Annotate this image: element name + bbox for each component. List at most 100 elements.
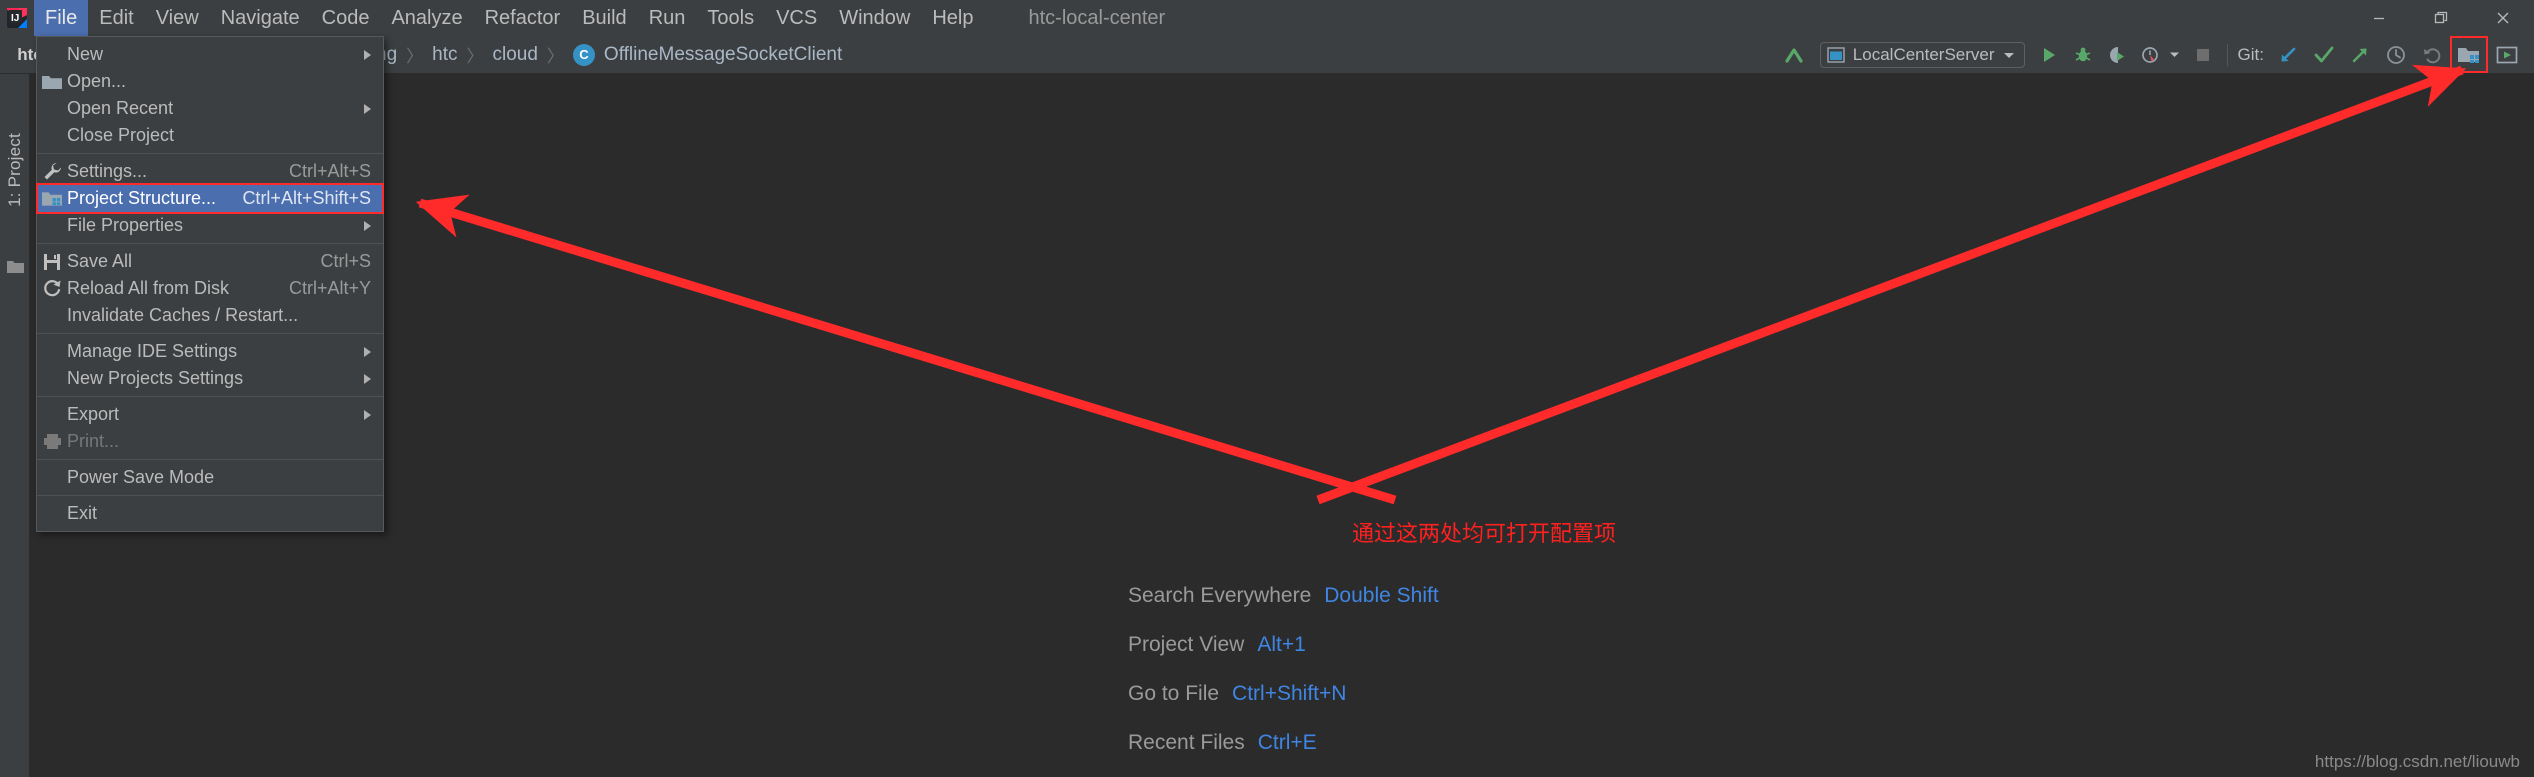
debug-button[interactable] (2066, 36, 2100, 73)
menu-tools[interactable]: Tools (696, 0, 765, 36)
submenu-arrow-icon (364, 346, 371, 357)
submenu-arrow-icon (364, 103, 371, 114)
shortcut-hint-key: Ctrl+Shift+N (1232, 681, 1347, 705)
menu-item-invalidate-caches-restart[interactable]: Invalidate Caches / Restart... (37, 302, 383, 329)
file-menu-popup[interactable]: New Open... Open Recent Close Project Settin… (36, 36, 384, 532)
menu-item-exit[interactable]: Exit (37, 500, 383, 527)
update-project-button[interactable] (1775, 36, 1813, 73)
menu-edit[interactable]: Edit (88, 0, 144, 36)
sidebar-item-project[interactable]: 1: Project (0, 80, 30, 260)
close-button[interactable] (2472, 0, 2534, 36)
run-button[interactable] (2032, 36, 2066, 73)
git-history-button[interactable] (2378, 36, 2414, 73)
annotation-note: 通过这两处均可打开配置项 (1352, 521, 1617, 546)
git-push-button[interactable] (2342, 36, 2378, 73)
menu-item-label: Project Structure... (67, 188, 217, 208)
menu-item-label: Export (67, 404, 120, 424)
breadcrumb-separator: 〉 (406, 47, 424, 66)
run-anything-button[interactable] (2488, 36, 2526, 73)
shortcut-hints-list: Search Everywhere Double Shift Project Vie… (1128, 571, 1439, 777)
profile-button[interactable] (2134, 36, 2187, 73)
toolbar-divider (2226, 43, 2228, 66)
menu-build[interactable]: Build (571, 0, 637, 36)
submenu-arrow-icon (364, 220, 371, 231)
watermark: https://blog.csdn.net/liouwb (2314, 752, 2520, 771)
wrench-icon (42, 162, 62, 182)
title-bar: IJ File Edit View Navigate Code Analyze Refact… (0, 0, 2534, 36)
editor-empty-area: Search Everywhere Double Shift Project Vie… (30, 74, 2534, 777)
breadcrumb-item[interactable]: OfflineMessageSocketClient (604, 44, 842, 66)
project-structure-toolbar-button[interactable] (2450, 36, 2488, 73)
shortcut-hint-row: Project View Alt+1 (1128, 620, 1439, 669)
git-commit-button[interactable] (2306, 36, 2342, 73)
shortcut-hint-row: Go to File Ctrl+Shift+N (1128, 669, 1439, 718)
shortcut-hint-key: Double Shift (1324, 583, 1439, 607)
menu-item-close-project[interactable]: Close Project (37, 122, 383, 149)
submenu-arrow-icon (364, 373, 371, 384)
class-icon: C (572, 43, 595, 66)
menu-item-settings[interactable]: Settings... Ctrl+Alt+S (37, 158, 383, 185)
menu-item-label: Open Recent (67, 98, 174, 118)
menu-item-file-properties[interactable]: File Properties (37, 212, 383, 239)
menu-item-open-recent[interactable]: Open Recent (37, 95, 383, 122)
menu-analyze[interactable]: Analyze (380, 0, 473, 36)
git-rollback-button[interactable] (2414, 36, 2450, 73)
menu-item-new[interactable]: New (37, 41, 383, 68)
shortcut-hint-label: Project View (1128, 632, 1245, 656)
breadcrumb[interactable]: ng 〉 htc 〉 cloud 〉 C OfflineMessageSocketClient (376, 36, 842, 73)
intellij-logo-icon: IJ (0, 0, 34, 36)
menu-item-shortcut: Ctrl+S (320, 251, 371, 271)
menu-run[interactable]: Run (638, 0, 697, 36)
minimize-button[interactable] (2348, 0, 2410, 36)
menu-code[interactable]: Code (311, 0, 381, 36)
menu-item-shortcut: Ctrl+Alt+Shift+S (242, 188, 371, 208)
left-tool-strip: 1: Project (0, 74, 30, 777)
menu-item-new-projects-settings[interactable]: New Projects Settings (37, 365, 383, 392)
menu-item-label: Print... (67, 431, 120, 451)
breadcrumb-separator: 〉 (546, 47, 564, 66)
menu-item-reload-all-from-disk[interactable]: Reload All from Disk Ctrl+Alt+Y (37, 275, 383, 302)
menu-help[interactable]: Help (921, 0, 984, 36)
shortcut-hint-row: Recent Files Ctrl+E (1128, 718, 1439, 767)
menu-bar[interactable]: File Edit View Navigate Code Analyze Refactor B… (34, 0, 985, 36)
menu-item-label: Reload All from Disk (67, 278, 230, 298)
menu-separator (37, 495, 383, 496)
save-icon (42, 252, 62, 272)
menu-item-manage-ide-settings[interactable]: Manage IDE Settings (37, 338, 383, 365)
folder-icon (7, 259, 24, 273)
print-icon (42, 432, 62, 452)
run-configuration-selector[interactable]: LocalCenterServer (1813, 36, 2032, 73)
intellij-idea-window: IJ File Edit View Navigate Code Analyze Refact… (0, 0, 2534, 777)
menu-item-label: Settings... (67, 161, 148, 181)
main-toolbar: LocalCenterServer Git: (1775, 36, 2526, 73)
run-config-app-icon (1827, 46, 1845, 63)
breadcrumb-item[interactable]: cloud (493, 44, 538, 66)
menu-item-label: Close Project (67, 125, 175, 145)
menu-refactor[interactable]: Refactor (474, 0, 572, 36)
window-title: htc-local-center (1028, 6, 1166, 29)
menu-item-label: File Properties (67, 215, 184, 235)
menu-item-export[interactable]: Export (37, 401, 383, 428)
menu-item-label: Save All (67, 251, 133, 271)
menu-window[interactable]: Window (828, 0, 921, 36)
menu-item-label: Manage IDE Settings (67, 341, 238, 361)
menu-navigate[interactable]: Navigate (210, 0, 311, 36)
menu-view[interactable]: View (145, 0, 210, 36)
run-config-name: LocalCenterServer (1852, 44, 1995, 64)
menu-separator (37, 153, 383, 154)
menu-file[interactable]: File (34, 0, 89, 36)
git-label: Git: (2237, 44, 2264, 64)
menu-item-power-save-mode[interactable]: Power Save Mode (37, 464, 383, 491)
menu-separator (37, 459, 383, 460)
breadcrumb-item[interactable]: htc (432, 44, 457, 66)
git-update-project-button[interactable] (2270, 36, 2306, 73)
menu-item-project-structure[interactable]: Project Structure... Ctrl+Alt+Shift+S (37, 185, 383, 212)
menu-vcs[interactable]: VCS (765, 0, 828, 36)
menu-item-save-all[interactable]: Save All Ctrl+S (37, 248, 383, 275)
menu-item-open[interactable]: Open... (37, 68, 383, 95)
stop-button[interactable] (2187, 36, 2219, 73)
window-controls (2348, 0, 2534, 36)
restore-button[interactable] (2410, 0, 2472, 36)
run-with-coverage-button[interactable] (2100, 36, 2134, 73)
shortcut-hint-row: Navigation BarAlt+Home (1128, 767, 1439, 777)
